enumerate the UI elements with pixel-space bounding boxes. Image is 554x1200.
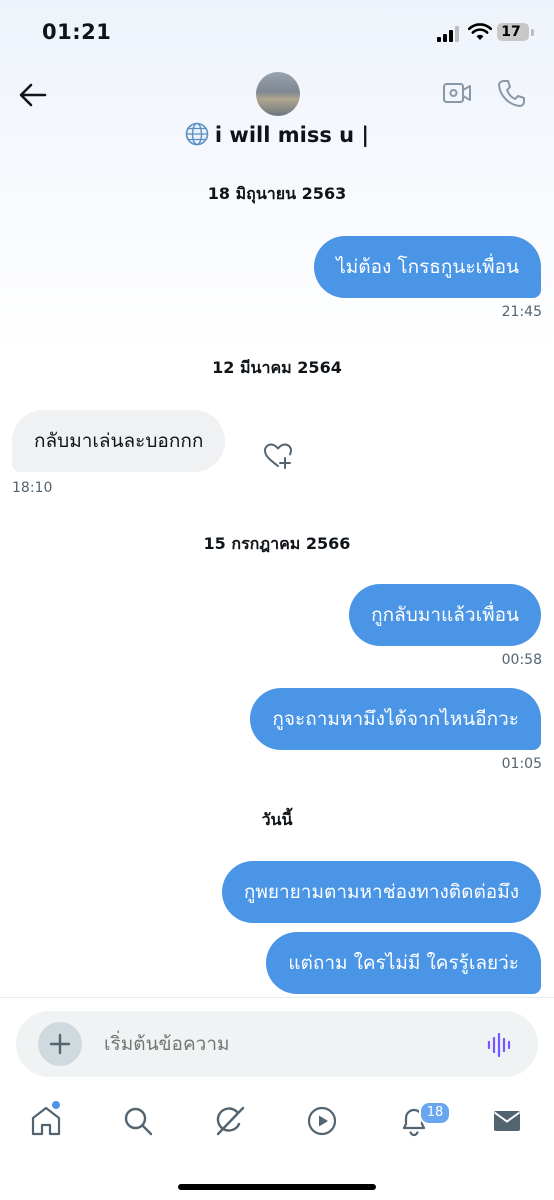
notification-badge: 18 bbox=[419, 1101, 451, 1125]
nav-search[interactable] bbox=[121, 1104, 155, 1138]
divider bbox=[0, 997, 554, 998]
conversation-title[interactable]: i will miss u | bbox=[0, 122, 554, 147]
messages-icon bbox=[493, 1111, 521, 1131]
grok-icon bbox=[216, 1106, 245, 1136]
date-separator: 12 มีนาคม 2564 bbox=[212, 358, 342, 377]
video-call-button[interactable] bbox=[441, 77, 473, 109]
plus-icon bbox=[49, 1033, 71, 1055]
background bbox=[0, 0, 554, 1000]
unread-indicator bbox=[52, 1101, 60, 1109]
status-time: 01:21 bbox=[42, 20, 112, 44]
add-attachment-button[interactable] bbox=[38, 1022, 82, 1066]
avatar[interactable] bbox=[256, 72, 300, 116]
status-bar: 01:21 17 bbox=[0, 0, 554, 62]
message-bubble-outgoing[interactable]: กูกลับมาแล้วเพื่อน bbox=[349, 584, 541, 646]
message-timestamp: 18:10 bbox=[12, 480, 53, 496]
add-reaction-button[interactable] bbox=[262, 440, 294, 472]
voice-message-button[interactable] bbox=[486, 1031, 514, 1059]
nav-messages[interactable] bbox=[490, 1104, 524, 1138]
message-timestamp: 01:05 bbox=[501, 756, 542, 772]
wifi-icon bbox=[468, 23, 492, 40]
message-bubble-outgoing[interactable]: กูพยายามตามหาช่องทางติดต่อมึง bbox=[221, 861, 541, 923]
video-icon bbox=[307, 1106, 337, 1136]
message-bubble-outgoing[interactable]: ไม่ต้อง โกรธกูนะเพื่อน bbox=[314, 236, 541, 298]
nav-video[interactable] bbox=[305, 1104, 339, 1138]
globe-icon bbox=[185, 122, 209, 146]
message-timestamp: 21:45 bbox=[501, 304, 542, 320]
message-timestamp: 00:58 bbox=[501, 652, 542, 668]
cellular-signal-icon bbox=[437, 26, 461, 42]
back-button[interactable] bbox=[16, 78, 50, 112]
nav-grok[interactable] bbox=[213, 1104, 247, 1138]
battery-nub bbox=[531, 29, 534, 36]
search-icon bbox=[124, 1107, 153, 1136]
home-icon bbox=[31, 1106, 61, 1136]
date-separator: 15 กรกฎาคม 2566 bbox=[203, 534, 351, 553]
bottom-navigation bbox=[0, 1090, 554, 1154]
conversation-title-text: i will miss u | bbox=[214, 123, 370, 147]
video-call-icon bbox=[443, 83, 471, 103]
message-bubble-incoming[interactable]: กลับมาเล่นละบอกกก bbox=[12, 410, 226, 472]
date-separator: 18 มิถุนายน 2563 bbox=[207, 184, 347, 203]
home-indicator bbox=[178, 1184, 376, 1190]
message-input[interactable] bbox=[104, 1030, 444, 1058]
audio-waveform-icon bbox=[487, 1032, 511, 1058]
date-separator: วันนี้ bbox=[261, 810, 293, 829]
battery-icon: 17 bbox=[497, 23, 529, 41]
nav-home[interactable] bbox=[29, 1104, 63, 1138]
phone-call-button[interactable] bbox=[495, 77, 527, 109]
message-bubble-outgoing[interactable]: แต่ถาม ใครไม่มี ใครรู้เลยว่ะ bbox=[266, 932, 541, 994]
arrow-left-icon bbox=[19, 83, 47, 107]
message-bubble-outgoing[interactable]: กูจะถามหามึงได้จากไหนอีกวะ bbox=[250, 688, 541, 750]
phone-icon bbox=[498, 80, 525, 107]
battery-level: 17 bbox=[501, 24, 521, 40]
heart-plus-icon bbox=[264, 443, 292, 469]
